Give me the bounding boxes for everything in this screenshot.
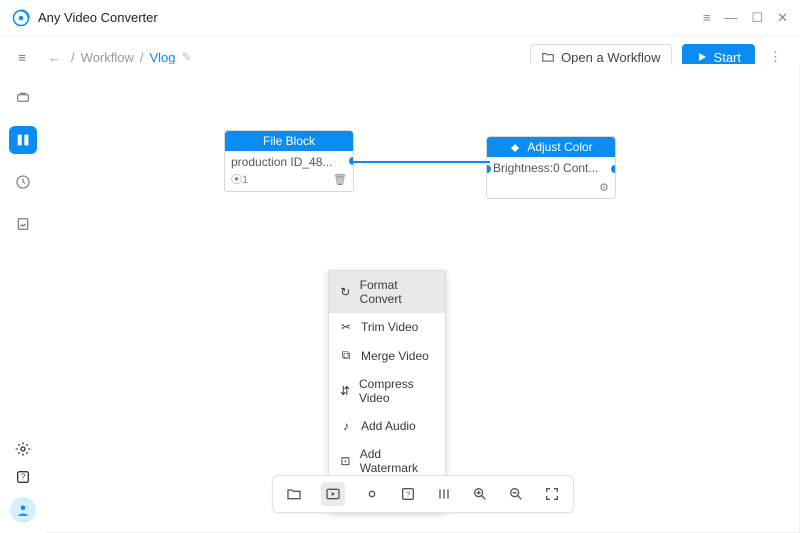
svg-text:?: ? <box>406 490 410 499</box>
folder-open-icon <box>541 50 555 64</box>
tb-zoom-in[interactable] <box>471 485 489 503</box>
node-adjust-color-output-port[interactable] <box>611 165 615 173</box>
paint-bucket-icon <box>509 141 521 153</box>
node-file-block-count: ⦿1 <box>231 171 248 187</box>
sidebar-item-tools[interactable] <box>9 84 37 112</box>
minimize-button[interactable]: ― <box>724 10 737 26</box>
connection-line <box>352 156 490 168</box>
scissors-icon: ✂ <box>339 320 353 334</box>
node-file-block-header: File Block <box>225 131 353 151</box>
breadcrumb-sep: / <box>71 50 75 65</box>
breadcrumb: / Workflow / Vlog ✎ <box>71 50 192 65</box>
node-settings-icon[interactable]: ⚙ <box>599 181 609 194</box>
close-button[interactable]: ✕ <box>777 10 788 26</box>
sidebar-item-settings[interactable] <box>15 441 31 457</box>
user-avatar[interactable] <box>10 497 36 523</box>
breadcrumb-current[interactable]: Vlog <box>149 50 175 65</box>
merge-icon: ⧉ <box>339 348 353 363</box>
canvas-toolbar: ? <box>272 475 574 513</box>
audio-icon: ♪ <box>339 419 353 433</box>
tb-help[interactable]: ? <box>399 485 417 503</box>
titlebar: Any Video Converter ≡ ― ☐ ✕ <box>0 0 800 36</box>
convert-icon: ↻ <box>339 285 352 299</box>
node-file-block[interactable]: File Block production ID_48... ⦿1 🗑 <box>224 130 354 192</box>
workflow-canvas[interactable]: File Block production ID_48... ⦿1 🗑 Adju… <box>46 64 800 533</box>
edit-name-icon[interactable]: ✎ <box>182 50 192 64</box>
node-adjust-color-header: Adjust Color <box>487 137 615 157</box>
back-button[interactable]: ← <box>48 50 61 65</box>
sidebar-item-help[interactable]: ? <box>15 469 31 485</box>
menu-item-compress-video[interactable]: ⇵ Compress Video <box>329 370 445 412</box>
sidebar-item-files[interactable] <box>9 210 37 238</box>
menu-toggle-icon[interactable]: ≡ <box>10 50 34 65</box>
sidebar-item-workflow[interactable] <box>9 126 37 154</box>
app-title: Any Video Converter <box>38 10 158 25</box>
tb-zoom-out[interactable] <box>507 485 525 503</box>
node-adjust-color-input-port[interactable] <box>487 165 491 173</box>
play-icon <box>696 51 708 63</box>
svg-text:?: ? <box>21 473 26 482</box>
watermark-icon: ⊡ <box>339 454 352 468</box>
tb-link[interactable] <box>363 485 381 503</box>
start-label: Start <box>714 50 741 65</box>
tb-fit[interactable] <box>543 485 561 503</box>
tb-media[interactable] <box>321 482 345 506</box>
breadcrumb-sep: / <box>140 50 144 65</box>
menu-item-trim-video[interactable]: ✂ Trim Video <box>329 313 445 341</box>
node-file-block-filename: production ID_48... <box>231 155 332 169</box>
app-logo-icon <box>12 9 30 27</box>
settings-lines-icon[interactable]: ≡ <box>703 10 711 26</box>
menu-item-merge-video[interactable]: ⧉ Merge Video <box>329 341 445 370</box>
sidebar-item-history[interactable] <box>9 168 37 196</box>
node-adjust-color[interactable]: Adjust Color Brightness:0 Cont... ⚙ <box>486 136 616 199</box>
open-workflow-label: Open a Workflow <box>561 50 660 65</box>
node-adjust-color-body: Brightness:0 Cont... <box>487 157 615 181</box>
node-file-block-body: production ID_48... <box>225 151 353 171</box>
sidebar-bottom: ? <box>0 441 46 523</box>
tb-folder[interactable] <box>285 485 303 503</box>
node-adjust-color-summary: Brightness:0 Cont... <box>493 161 598 175</box>
maximize-button[interactable]: ☐ <box>751 10 763 26</box>
window-controls: ≡ ― ☐ ✕ <box>703 10 788 26</box>
breadcrumb-root[interactable]: Workflow <box>81 50 134 65</box>
menu-item-format-convert[interactable]: ↻ Format Convert <box>329 271 445 313</box>
delete-node-icon[interactable]: 🗑 <box>333 173 347 186</box>
tb-columns[interactable] <box>435 485 453 503</box>
node-file-block-output-port[interactable] <box>349 157 353 165</box>
menu-item-add-audio[interactable]: ♪ Add Audio <box>329 412 445 440</box>
compress-icon: ⇵ <box>339 384 351 398</box>
